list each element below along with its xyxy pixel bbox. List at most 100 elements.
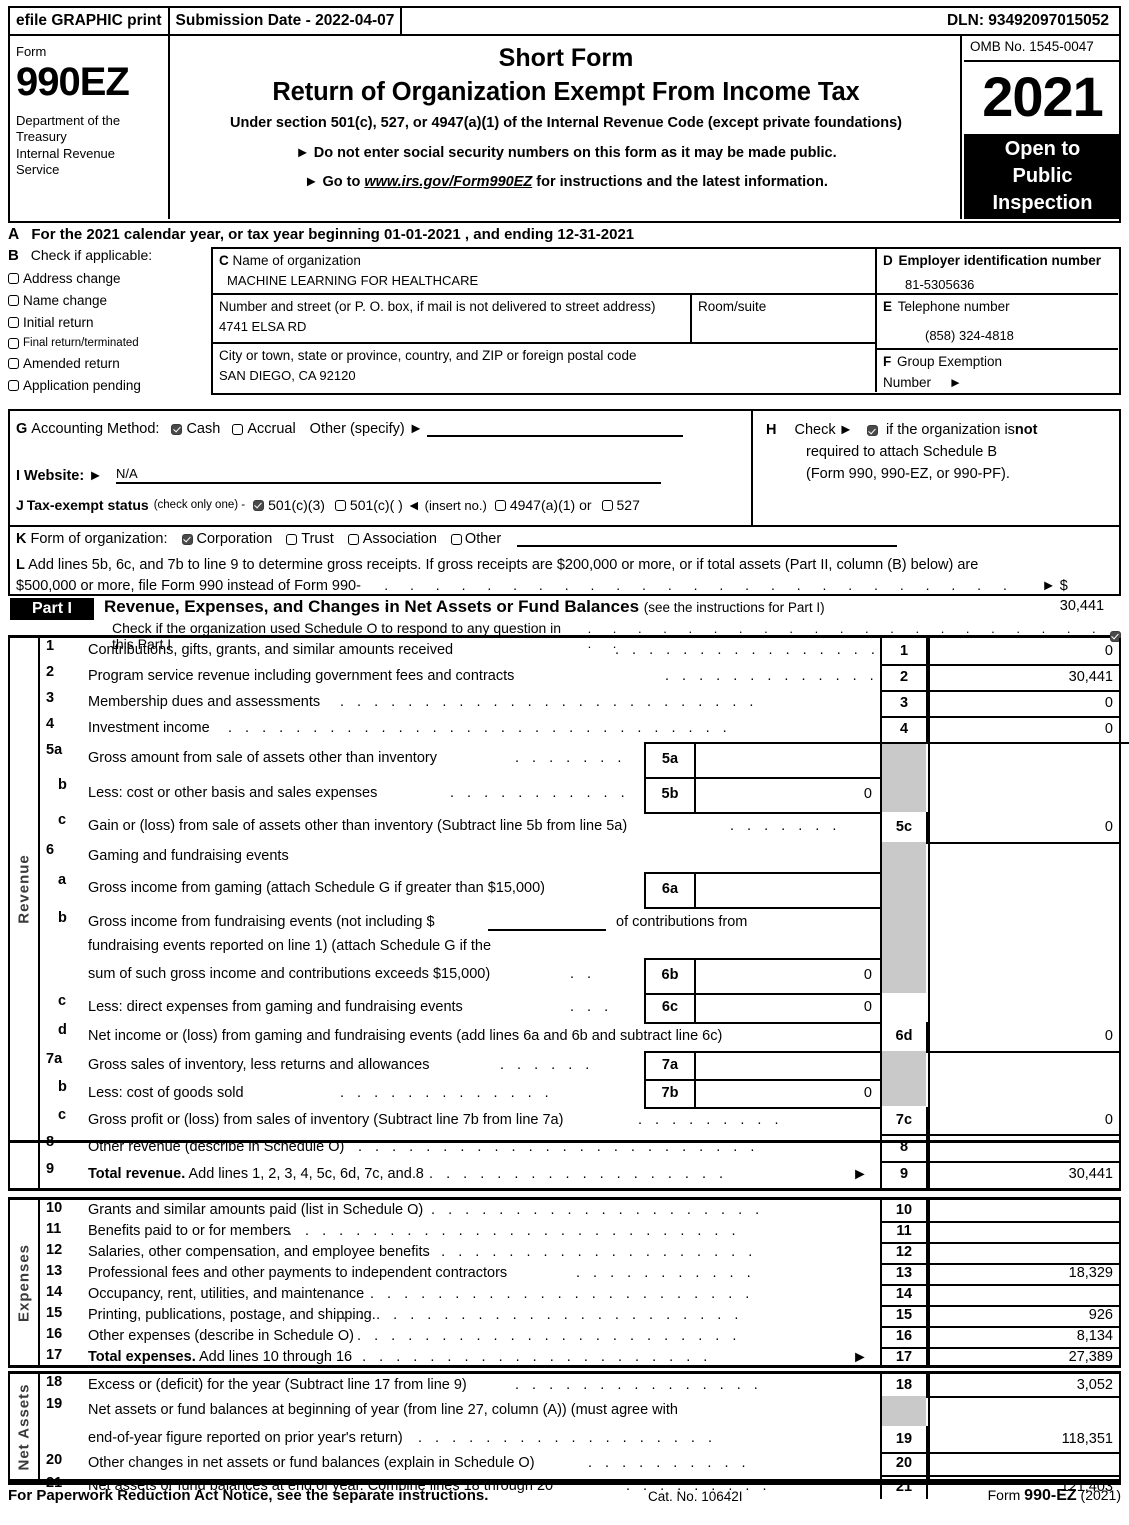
line-box-number: 6a <box>644 872 696 907</box>
line-value[interactable]: 27,389 <box>928 1347 1121 1368</box>
submission-date-label: Submission Date - 2022-04-07 <box>170 8 403 34</box>
line-description: Membership dues and assessments <box>88 694 321 710</box>
checkbox-501c3-icon[interactable] <box>253 499 265 511</box>
checkbox-527-icon[interactable] <box>601 499 613 511</box>
checkbox-row-initial-return[interactable]: Initial return <box>8 315 213 330</box>
checkbox-other-org-icon[interactable] <box>450 533 462 545</box>
line-number: 17 <box>46 1347 63 1363</box>
checkbox-row-final-return[interactable]: Final return/terminated <box>8 337 213 349</box>
line-value[interactable]: 0 <box>696 958 880 993</box>
line-value[interactable]: 0 <box>928 716 1121 742</box>
group-exemption-cell: F Group Exemption Number ► <box>877 350 1118 392</box>
leader-dots: . . . . . . . . . . <box>588 1455 751 1471</box>
form-of-org-label: Form of organization: <box>30 531 168 547</box>
table-row: a Gross income from gaming (attach Sched… <box>40 872 1119 909</box>
form-990ez-page: efile GRAPHIC print Submission Date - 20… <box>0 0 1129 1525</box>
fundraising-amount-input[interactable] <box>488 929 606 931</box>
form-word-label: Form <box>16 44 47 59</box>
bullet-2-pre: Go to <box>322 174 365 190</box>
checkbox-corporation-icon[interactable] <box>181 533 193 545</box>
line-value[interactable]: 0 <box>928 638 1121 664</box>
line-value[interactable]: 3,052 <box>928 1374 1121 1396</box>
checkbox-row-address-change[interactable]: Address change <box>8 271 213 286</box>
part-i-header-bar: Part I Revenue, Expenses, and Changes in… <box>8 596 1121 652</box>
row-rule <box>928 1396 1121 1398</box>
org-city-cell: City or town, state or province, country… <box>213 344 877 392</box>
table-row: 1 Contributions, gifts, grants, and simi… <box>40 638 1119 664</box>
line-description: Gross income from gaming (attach Schedul… <box>88 880 545 896</box>
line-box-number: 3 <box>880 690 928 716</box>
ghij-vertical-divider <box>751 411 753 525</box>
section-ghij-block: G Accounting Method: Cash Accrual Other … <box>8 409 1121 527</box>
line-value[interactable]: 30,441 <box>928 664 1121 690</box>
section-j-letter: J <box>16 497 24 513</box>
irs-form990ez-link[interactable]: www.irs.gov/Form990EZ <box>364 174 532 190</box>
org-name-value[interactable]: MACHINE LEARNING FOR HEALTHCARE <box>227 272 875 291</box>
line-value[interactable]: 118,351 <box>928 1426 1121 1452</box>
checkbox-4947a1-icon[interactable] <box>494 499 506 511</box>
net-assets-section: Net Assets 18 Excess or (deficit) for th… <box>8 1371 1121 1499</box>
row-rule <box>928 1051 1121 1053</box>
checkbox-row-amended-return[interactable]: Amended return <box>8 356 213 371</box>
org-city-inner: City or town, state or province, country… <box>213 344 875 385</box>
group-exemption-number-row: Number ► <box>883 373 1118 393</box>
line-value[interactable]: 0 <box>928 690 1121 716</box>
checkbox-row-application-pending[interactable]: Application pending <box>8 378 213 393</box>
checkbox-501c-icon[interactable] <box>334 499 346 511</box>
checkbox-initial-return-icon[interactable] <box>8 317 19 328</box>
org-city-value[interactable]: SAN DIEGO, CA 92120 <box>219 367 875 386</box>
org-street-value[interactable]: 4741 ELSA RD <box>219 318 690 337</box>
line-value[interactable]: 0 <box>696 777 880 812</box>
line-value[interactable]: 8,134 <box>928 1326 1121 1347</box>
section-a-tax-year: A For the 2021 calendar year, or tax yea… <box>8 226 634 244</box>
accounting-method-label: Accounting Method: <box>31 421 160 437</box>
revenue-bottom-rows-area: 8 Other revenue (describe in Schedule O)… <box>40 1134 1121 1188</box>
net-assets-side-label: Net Assets <box>10 1374 40 1479</box>
line-value[interactable]: 0 <box>928 1022 1121 1051</box>
checkbox-address-change-icon[interactable] <box>8 273 19 284</box>
line-value[interactable]: 0 <box>928 1107 1121 1134</box>
checkbox-trust-icon[interactable] <box>286 533 298 545</box>
checkbox-name-change-icon[interactable] <box>8 295 19 306</box>
line-description: Program service revenue including govern… <box>88 668 515 684</box>
checkbox-final-return-icon[interactable] <box>8 337 19 349</box>
line-number: 3 <box>46 690 55 706</box>
line-value[interactable]: 30,441 <box>928 1161 1121 1188</box>
checkbox-amended-return-icon[interactable] <box>8 358 19 369</box>
line-box-number: 5a <box>644 742 696 777</box>
inspection-label: Inspection <box>992 192 1093 214</box>
org-room-cell: Room/suite <box>692 295 877 344</box>
section-g-accounting-method: G Accounting Method: Cash Accrual Other … <box>16 421 684 437</box>
table-row: 17 Total expenses. Add lines 10 through … <box>40 1347 1119 1368</box>
checkbox-application-pending-icon[interactable] <box>8 380 19 391</box>
triangle-arrow-icon-line17: ► <box>852 1349 868 1366</box>
omb-number-label: OMB No. 1545-0047 <box>970 39 1094 54</box>
table-row: 10 Grants and similar amounts paid (list… <box>40 1200 1119 1221</box>
net-assets-side-label-text: Net Assets <box>15 1383 33 1470</box>
line-value[interactable]: 0 <box>928 812 1121 842</box>
line-box-number: 7b <box>644 1079 696 1107</box>
telephone-value[interactable]: (858) 324-4818 <box>925 327 1118 346</box>
other-org-input[interactable] <box>517 532 898 547</box>
line-box-number: 1 <box>880 638 928 664</box>
checkbox-schedule-b-icon[interactable] <box>866 425 878 437</box>
section-c-letter: C <box>219 253 229 268</box>
other-specify-input[interactable] <box>427 421 684 437</box>
line-description: sum of such gross income and contributio… <box>88 966 491 982</box>
section-b-heading: B Check if applicable: <box>8 247 213 264</box>
group-exemption-number-label: Number <box>883 374 932 390</box>
leader-dots: . . <box>570 966 596 982</box>
checkbox-row-name-change[interactable]: Name change <box>8 293 213 308</box>
section-h-text-a: if the organization is <box>885 422 1015 438</box>
line-value[interactable]: 0 <box>696 1079 880 1107</box>
line-value[interactable]: 926 <box>928 1305 1121 1326</box>
checkbox-association-icon[interactable] <box>347 533 359 545</box>
line-value[interactable]: 0 <box>696 993 880 1022</box>
line-description: Salaries, other compensation, and employ… <box>88 1244 430 1260</box>
checkbox-accrual-icon[interactable] <box>232 423 244 435</box>
net-assets-rows-area: 18 Excess or (deficit) for the year (Sub… <box>40 1374 1121 1499</box>
checkbox-cash-icon[interactable] <box>171 423 183 435</box>
label-name-change: Name change <box>23 293 108 308</box>
ein-value[interactable]: 81-5305636 <box>905 276 1118 295</box>
line-value[interactable]: 18,329 <box>928 1263 1121 1284</box>
